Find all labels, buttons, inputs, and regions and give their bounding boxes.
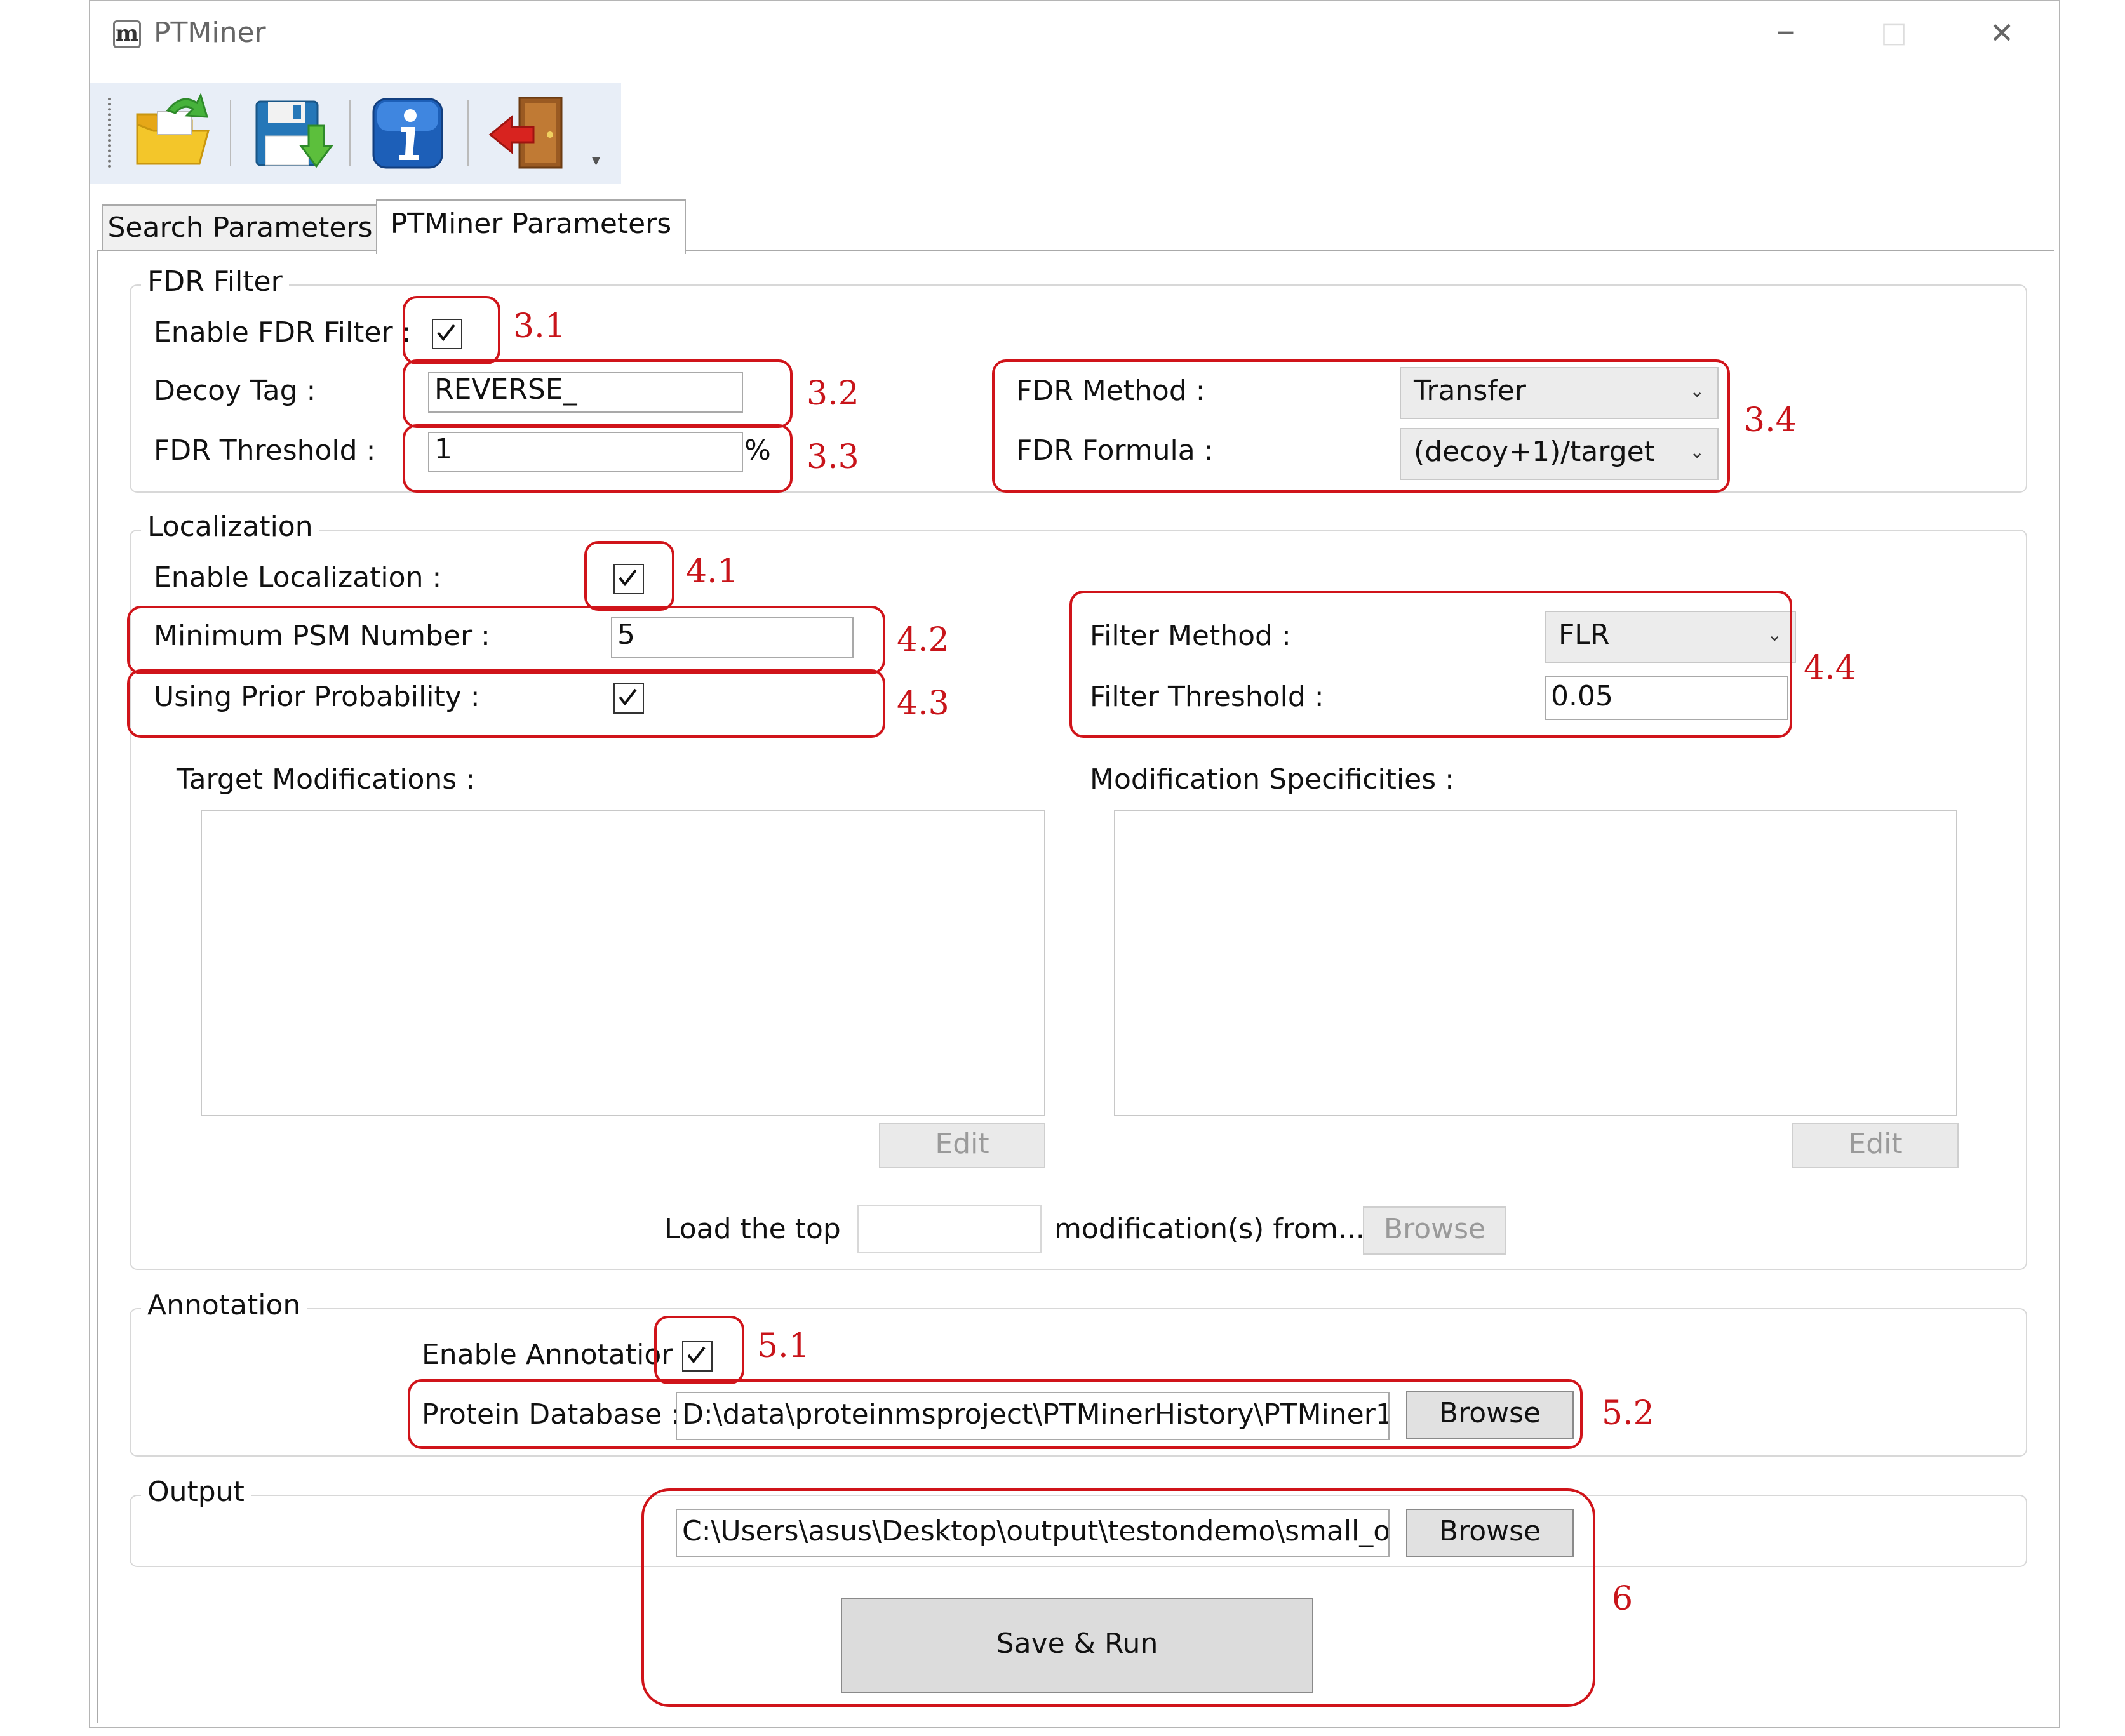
annotation-label-3-2: 3.2 — [807, 375, 859, 413]
toolbar-separator — [230, 100, 231, 166]
toolbar-overflow-icon[interactable]: ▾ — [592, 151, 600, 170]
toolbar-separator — [467, 100, 469, 166]
annotation-label-5-2: 5.2 — [1602, 1394, 1654, 1432]
exit-door-icon — [488, 97, 563, 169]
annotation-label-4-1: 4.1 — [686, 552, 739, 591]
highlight-box-3-1 — [403, 296, 500, 364]
highlight-box-4-4 — [1069, 591, 1792, 738]
toolbar: ▾ — [90, 83, 621, 184]
enable-annotation-label: Enable Annotatior — [422, 1339, 673, 1371]
annotation-label-3-4: 3.4 — [1744, 401, 1797, 439]
app-icon: m — [113, 20, 141, 48]
output-title: Output — [141, 1474, 251, 1510]
localization-title: Localization — [141, 509, 319, 545]
tab-ptminer-parameters[interactable]: PTMiner Parameters — [376, 199, 686, 254]
load-top-browse-button[interactable]: Browse — [1363, 1206, 1506, 1255]
modification-specificities-list[interactable] — [1114, 810, 1957, 1116]
fdr-filter-title: FDR Filter — [141, 264, 289, 300]
target-modifications-edit-button[interactable]: Edit — [879, 1123, 1045, 1168]
fdr-threshold-label: FDR Threshold : — [154, 434, 376, 467]
annotation-label-3-3: 3.3 — [807, 438, 859, 476]
highlight-box-3-2 — [403, 359, 793, 428]
maximize-button[interactable]: □ — [1862, 8, 1926, 58]
annotation-label-4-3: 4.3 — [897, 684, 949, 723]
minimize-button[interactable]: ─ — [1754, 8, 1818, 58]
tab-search-parameters[interactable]: Search Parameters — [102, 204, 379, 251]
save-button[interactable] — [246, 89, 335, 178]
enable-localization-label: Enable Localization : — [154, 561, 442, 594]
annotation-label-5-1: 5.1 — [757, 1327, 810, 1365]
open-folder-icon — [136, 92, 210, 165]
exit-button[interactable] — [484, 89, 573, 178]
load-top-input[interactable] — [857, 1205, 1042, 1253]
highlight-box-5-1 — [654, 1316, 744, 1384]
title-bar: m PTMiner ─ □ ✕ — [90, 1, 2059, 77]
modification-specificities-edit-button[interactable]: Edit — [1792, 1123, 1959, 1168]
modification-specificities-label: Modification Specificities : — [1090, 763, 1454, 796]
highlight-box-5-2 — [408, 1379, 1583, 1449]
enable-fdr-label: Enable FDR Filter : — [154, 316, 412, 349]
toolbar-grip — [108, 98, 112, 168]
info-button[interactable] — [365, 89, 453, 178]
annotation-label-4-4: 4.4 — [1804, 649, 1856, 687]
highlight-box-3-4 — [992, 359, 1730, 493]
window-title: PTMiner — [154, 17, 266, 49]
open-button[interactable] — [128, 89, 217, 178]
annotation-label-6: 6 — [1612, 1580, 1633, 1618]
highlight-box-6 — [641, 1488, 1595, 1707]
highlight-box-4-1 — [584, 541, 674, 611]
annotation-label-4-2: 4.2 — [897, 621, 949, 659]
toolbar-separator — [349, 100, 351, 166]
annotation-title: Annotation — [141, 1288, 307, 1323]
load-top-label: Load the top — [664, 1213, 841, 1245]
target-modifications-label: Target Modifications : — [177, 763, 476, 796]
target-modifications-list[interactable] — [201, 810, 1045, 1116]
info-icon — [372, 98, 443, 169]
decoy-tag-label: Decoy Tag : — [154, 375, 316, 407]
close-button[interactable]: ✕ — [1970, 8, 2034, 58]
highlight-box-4-3 — [127, 669, 885, 738]
annotation-label-3-1: 3.1 — [513, 307, 566, 345]
highlight-box-3-3 — [403, 424, 793, 493]
highlight-box-4-2 — [127, 606, 885, 674]
save-disk-icon — [255, 100, 333, 168]
load-top-suffix-label: modification(s) from... — [1054, 1213, 1365, 1245]
